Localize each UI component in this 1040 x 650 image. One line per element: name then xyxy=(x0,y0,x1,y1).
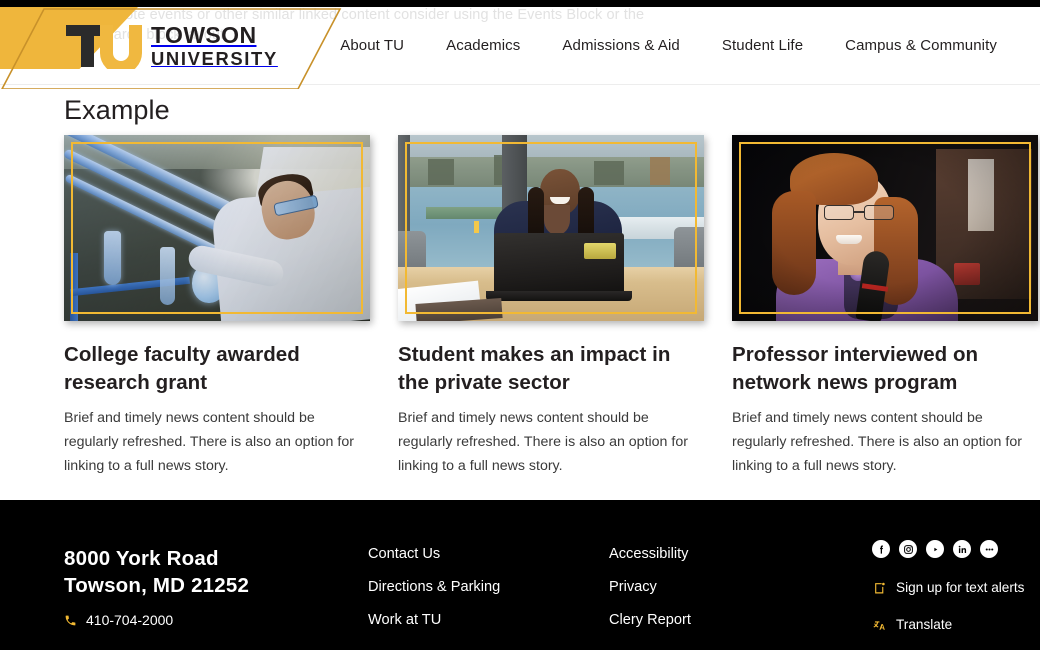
footer-link-column-2: Accessibility Privacy Clery Report xyxy=(609,546,691,628)
site-logo[interactable]: TOWSON UNIVERSITY xyxy=(64,23,278,69)
footer-link-contact-us[interactable]: Contact Us xyxy=(368,546,500,562)
news-card-body: Brief and timely news content should be … xyxy=(398,410,688,474)
logo-name-bottom: UNIVERSITY xyxy=(151,47,278,69)
top-accent-rule xyxy=(0,0,1040,7)
footer-utility-area: Sign up for text alerts Translate xyxy=(872,540,1024,632)
nav-item-academics[interactable]: Academics xyxy=(425,37,541,54)
news-card[interactable]: College faculty awarded research grant B… xyxy=(64,135,370,479)
address-city-state-zip: Towson, MD 21252 xyxy=(64,574,250,598)
tu-monogram-icon xyxy=(64,23,142,69)
nav-item-student-life[interactable]: Student Life xyxy=(701,37,824,54)
nav-item-admissions-aid[interactable]: Admissions & Aid xyxy=(541,37,700,54)
phone-icon xyxy=(64,614,77,627)
footer-phone-link[interactable]: 410-704-2000 xyxy=(64,612,173,628)
professor-interview-photo xyxy=(732,135,1038,321)
footer-link-directions-parking[interactable]: Directions & Parking xyxy=(368,579,500,595)
news-card-title: College faculty awarded research grant xyxy=(64,343,300,395)
text-alerts-label: Sign up for text alerts xyxy=(896,580,1025,595)
youtube-icon[interactable] xyxy=(926,540,944,558)
news-card-grid: College faculty awarded research grant B… xyxy=(64,135,1040,479)
linkedin-icon[interactable] xyxy=(953,540,971,558)
facebook-icon[interactable] xyxy=(872,540,890,558)
footer-link-column-1: Contact Us Directions & Parking Work at … xyxy=(368,546,500,628)
logo-name-top: TOWSON xyxy=(151,21,257,48)
footer-link-work-at-tu[interactable]: Work at TU xyxy=(368,612,500,628)
instagram-icon[interactable] xyxy=(899,540,917,558)
mobile-alert-icon xyxy=(872,581,887,595)
address-street: 8000 York Road xyxy=(64,547,219,570)
news-card-body: Brief and timely news content should be … xyxy=(732,410,1022,474)
phone-number: 410-704-2000 xyxy=(86,612,174,628)
translate-icon xyxy=(872,618,887,632)
more-social-ellipsis-icon[interactable] xyxy=(980,540,998,558)
text-alerts-link[interactable]: Sign up for text alerts xyxy=(872,580,1024,595)
student-laptop-photo xyxy=(398,135,704,321)
nav-item-campus-community[interactable]: Campus & Community xyxy=(824,37,1018,54)
translate-link[interactable]: Translate xyxy=(872,617,1024,632)
news-card[interactable]: Student makes an impact in the private s… xyxy=(398,135,704,479)
page-title: Example xyxy=(64,95,170,125)
lab-research-photo xyxy=(64,135,370,321)
footer-link-clery-report[interactable]: Clery Report xyxy=(609,612,691,628)
news-card-title: Professor interviewed on network news pr… xyxy=(732,343,979,395)
translate-label: Translate xyxy=(896,617,953,632)
news-card-title: Student makes an impact in the private s… xyxy=(398,343,671,395)
footer-link-privacy[interactable]: Privacy xyxy=(609,579,691,595)
primary-navigation: About TU Academics Admissions & Aid Stud… xyxy=(319,7,1018,84)
news-card-body: Brief and timely news content should be … xyxy=(64,410,354,474)
nav-item-about-tu[interactable]: About TU xyxy=(319,37,425,54)
site-header: TOWSON UNIVERSITY About TU Academics Adm… xyxy=(0,7,1040,89)
news-card-image[interactable] xyxy=(732,135,1038,321)
footer-address: 8000 York Road Towson, MD 21252 xyxy=(64,545,249,600)
header-divider xyxy=(0,84,1040,85)
news-card[interactable]: Professor interviewed on network news pr… xyxy=(732,135,1038,479)
footer-link-accessibility[interactable]: Accessibility xyxy=(609,546,691,562)
site-footer: 8000 York Road Towson, MD 21252 410-704-… xyxy=(0,500,1040,650)
social-links xyxy=(872,540,1024,558)
news-card-image[interactable] xyxy=(398,135,704,321)
news-card-image[interactable] xyxy=(64,135,370,321)
logo-wordmark: TOWSON UNIVERSITY xyxy=(151,21,278,69)
